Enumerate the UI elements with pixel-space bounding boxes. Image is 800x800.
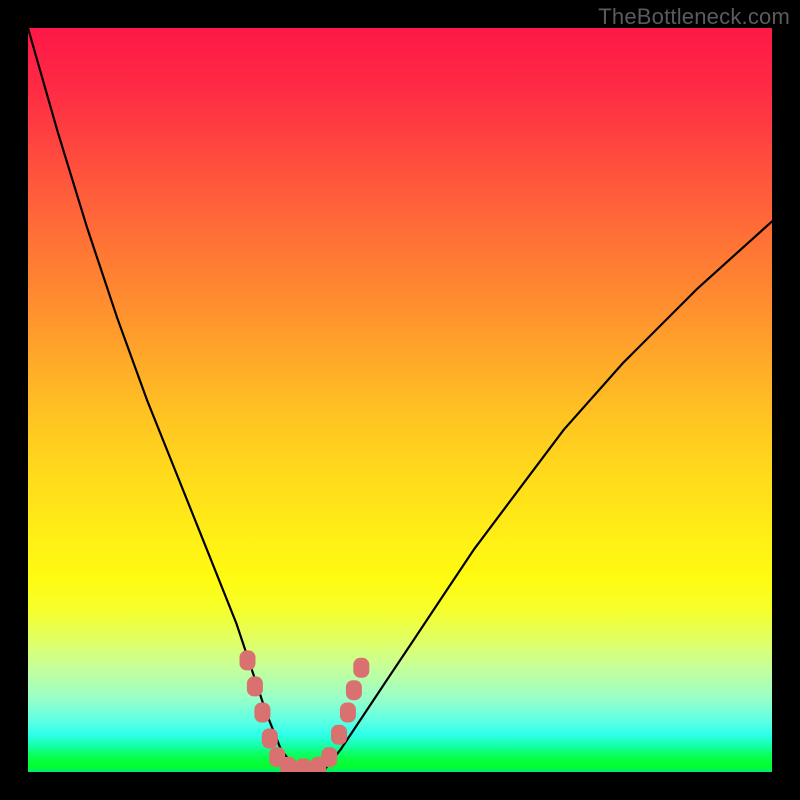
bottleneck-curve	[28, 28, 772, 771]
curve-marker	[240, 650, 256, 670]
curve-marker	[353, 658, 369, 678]
plot-area	[28, 28, 772, 772]
watermark-text: TheBottleneck.com	[598, 4, 790, 30]
curve-marker	[340, 703, 356, 723]
curve-marker	[247, 676, 263, 696]
curve-marker	[280, 757, 296, 772]
curve-marker	[321, 747, 337, 767]
curve-marker	[346, 680, 362, 700]
curve-marker	[295, 758, 311, 772]
marker-cluster	[240, 650, 370, 772]
chart-svg	[28, 28, 772, 772]
curve-marker	[262, 729, 278, 749]
curve-marker	[254, 703, 270, 723]
curve-marker	[331, 725, 347, 745]
